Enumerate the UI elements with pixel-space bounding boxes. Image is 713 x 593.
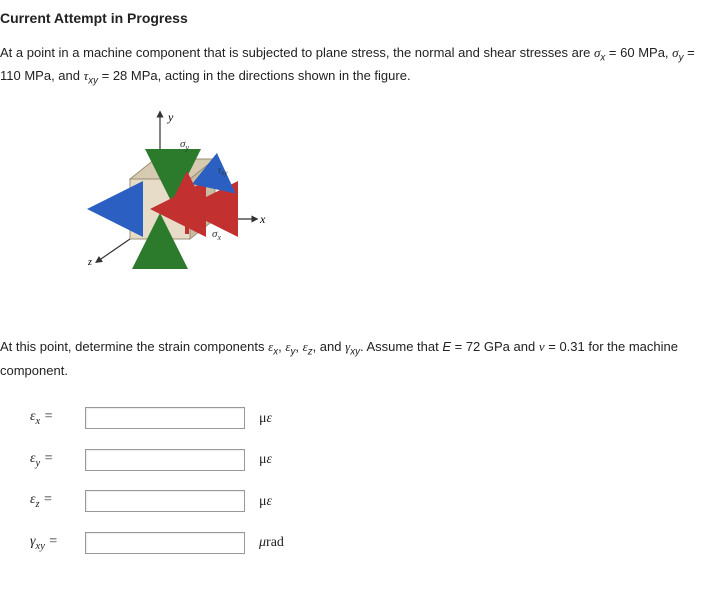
gxy-label: γxy = [30, 531, 85, 555]
axis-z-label: z [87, 257, 92, 268]
E-sym: E [442, 339, 451, 354]
ey-unit: με [259, 449, 272, 470]
gxy-sub: xy [350, 347, 360, 358]
ey-eq: = [40, 451, 53, 466]
c2: , [295, 339, 302, 354]
ez-row: εz = με [30, 489, 705, 513]
ey-row: εy = με [30, 448, 705, 472]
sigma-y-label: σy [180, 138, 189, 152]
gxy-eq: = [45, 534, 58, 549]
ex-eq: = [40, 409, 53, 424]
page-title: Current Attempt in Progress [0, 8, 705, 29]
tau-sub: xy [88, 76, 98, 87]
input-section: εx = με εy = με εz = με γxy = μrad [0, 406, 705, 554]
sigma-x-label: σx [212, 228, 221, 242]
problem-prefix: At a point in a machine component that i… [0, 45, 594, 60]
ey-label: εy = [30, 448, 85, 472]
sigma-x-value: 60 MPa, [620, 45, 672, 60]
ez-eq: = [40, 492, 53, 507]
axis-y-label: y [167, 110, 174, 124]
ex-label: εx = [30, 406, 85, 430]
eq-sign: = [605, 45, 620, 60]
ex-input[interactable] [85, 407, 245, 429]
ez-label: εz = [30, 489, 85, 513]
ex-row: εx = με [30, 406, 705, 430]
gxy-input[interactable] [85, 532, 245, 554]
ez-unit-mu: μ [259, 494, 267, 509]
tau-value: 28 MPa, acting in the directions shown i… [113, 68, 411, 83]
instr-suffix: . Assume that [360, 339, 442, 354]
gxy-unit-rad: rad [266, 535, 284, 550]
ey-input[interactable] [85, 449, 245, 471]
cube-svg: y x z σy σx τxy [60, 109, 290, 309]
ex-unit-mu: μ [259, 411, 267, 426]
gxy-unit-mu: μ [259, 535, 266, 550]
ex-unit-eps: ε [267, 411, 273, 426]
and-text: , and [313, 339, 346, 354]
instructions-text: At this point, determine the strain comp… [0, 337, 705, 381]
ez-unit-eps: ε [267, 494, 273, 509]
tau-xy-label: τxy [218, 165, 228, 177]
ey-unit-eps: ε [267, 452, 273, 467]
stress-cube-figure: y x z σy σx τxy [0, 99, 705, 319]
sigma-y-value: 110 MPa, and [0, 68, 84, 83]
E-val: = 72 GPa and [451, 339, 539, 354]
instr-prefix: At this point, determine the strain comp… [0, 339, 268, 354]
gxy-unit: μrad [259, 532, 284, 553]
eq-sign-2: = [683, 45, 694, 60]
eq-sign-3: = [98, 68, 113, 83]
ez-unit: με [259, 491, 272, 512]
ez-input[interactable] [85, 490, 245, 512]
problem-statement: At a point in a machine component that i… [0, 43, 705, 89]
ex-unit: με [259, 408, 272, 429]
gxy-label-sub: xy [36, 541, 45, 552]
axis-x-label: x [259, 212, 266, 226]
ey-unit-mu: μ [259, 452, 267, 467]
gxy-row: γxy = μrad [30, 531, 705, 555]
